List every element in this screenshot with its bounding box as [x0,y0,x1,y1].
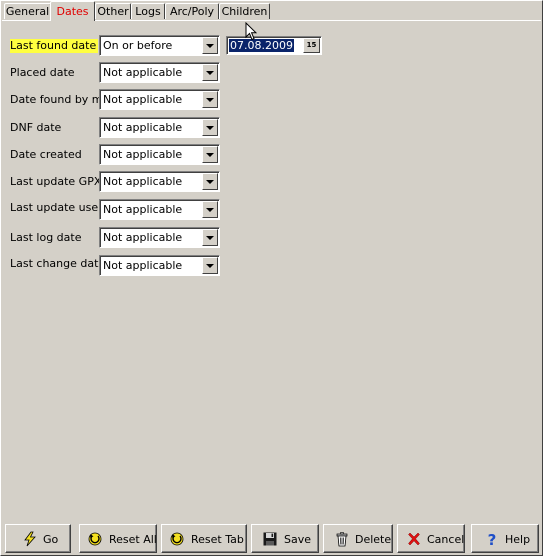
floppy-disk-icon [263,532,277,546]
mouse-pointer-icon [245,22,257,41]
save-button[interactable]: Save [251,524,319,553]
save-label: Save [284,533,312,546]
chevron-down-icon[interactable] [202,229,218,246]
tab-logs[interactable]: Logs [131,3,165,19]
select-value: Not applicable [103,175,183,188]
tab-dates[interactable]: Dates [50,1,95,21]
last-update-user-select[interactable]: Not applicable [99,199,220,220]
select-value: On or before [103,39,173,52]
calendar-icon[interactable]: 15 [303,38,320,53]
reset-tab-label: Reset Tab [191,533,244,546]
tab-children[interactable]: Children [219,3,270,19]
question-mark-icon: ? [488,531,497,547]
select-value: Not applicable [103,93,183,106]
last-log-date-select[interactable]: Not applicable [99,227,220,248]
last-log-date-label: Last log date [10,231,82,244]
last-change-date-select[interactable]: Not applicable [99,255,220,276]
last-found-date-picker[interactable]: 07.08.2009 15 [226,36,322,55]
chevron-down-icon[interactable] [202,119,218,136]
svg-text:?: ? [488,531,497,547]
reset-icon [170,532,184,546]
last-update-gpx-select[interactable]: Not applicable [99,171,220,192]
select-value: Not applicable [103,148,183,161]
dnf-date-select[interactable]: Not applicable [99,117,220,138]
reset-icon [88,532,102,546]
chevron-down-icon[interactable] [202,91,218,108]
trash-can-icon [336,532,348,547]
last-update-user-label: Last update user [10,201,103,214]
date-created-label: Date created [10,148,82,161]
select-value: Not applicable [103,203,183,216]
cancel-button[interactable]: Cancel [397,524,465,553]
filter-window: General Dates Other Logs Arc/Poly Childr… [0,0,543,556]
date-found-by-me-label: Date found by me [10,93,110,106]
placed-date-select[interactable]: Not applicable [99,62,220,83]
last-change-date-label: Last change date [10,257,106,270]
select-value: Not applicable [103,66,183,79]
chevron-down-icon[interactable] [202,37,218,54]
help-button[interactable]: ? Help [471,524,539,553]
chevron-down-icon[interactable] [202,201,218,218]
red-x-icon [408,532,420,546]
tab-general[interactable]: General [4,3,51,19]
select-value: Not applicable [103,231,183,244]
go-button[interactable]: Go [5,524,71,553]
chevron-down-icon[interactable] [202,146,218,163]
dnf-date-label: DNF date [10,121,62,134]
delete-button[interactable]: Delete [323,524,393,553]
last-found-date-select[interactable]: On or before [99,35,220,56]
delete-label: Delete [355,533,392,546]
tab-other[interactable]: Other [95,3,131,19]
chevron-down-icon[interactable] [202,257,218,274]
select-value: Not applicable [103,121,183,134]
last-update-gpx-label: Last update GPX [10,175,102,188]
select-value: Not applicable [103,259,183,272]
help-label: Help [505,533,531,546]
date-created-select[interactable]: Not applicable [99,144,220,165]
reset-all-button[interactable]: Reset All [79,524,157,553]
chevron-down-icon[interactable] [202,64,218,81]
reset-all-label: Reset All [109,533,157,546]
reset-tab-button[interactable]: Reset Tab [161,524,247,553]
tab-arc-poly[interactable]: Arc/Poly [165,3,219,19]
date-value[interactable]: 07.08.2009 [229,39,294,52]
placed-date-label: Placed date [10,66,75,79]
date-found-by-me-select[interactable]: Not applicable [99,89,220,110]
cancel-label: Cancel [427,533,465,546]
lightning-icon [24,531,36,547]
last-found-date-label: Last found date [10,39,99,53]
chevron-down-icon[interactable] [202,173,218,190]
go-label: Go [43,533,59,546]
